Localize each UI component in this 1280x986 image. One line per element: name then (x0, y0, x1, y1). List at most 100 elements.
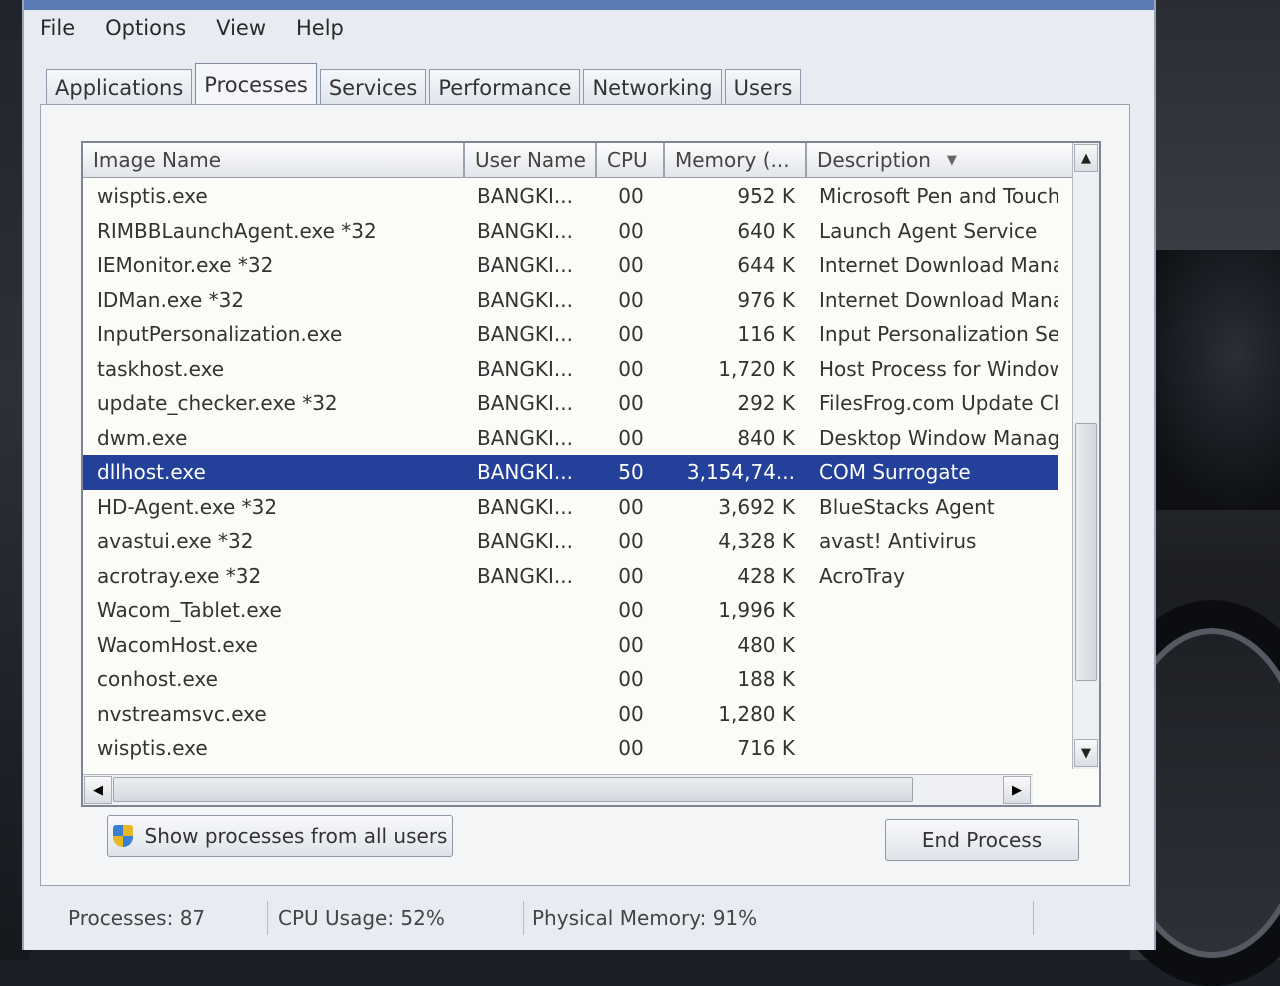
process-row[interactable]: HD-Agent.exe *32 BANGKI... 00 3,692 K BlueSt… (83, 490, 1058, 525)
process-user-cell: BANGKI... (477, 391, 573, 416)
process-description-cell: Internet Download Mana (819, 253, 1058, 278)
menu-help[interactable]: Help (294, 16, 346, 46)
status-bar: Processes: 87 CPU Usage: 52% Physical Me… (24, 896, 1134, 940)
process-row[interactable]: WacomHost.exe 00 480 K (83, 628, 1058, 663)
process-rows: wisptis.exe BANGKI... 00 952 K Microsoft Pen… (83, 179, 1058, 769)
task-manager-window: File Options View Help Applications Proc… (22, 0, 1156, 950)
process-description-cell: Internet Download Mana (819, 287, 1058, 312)
process-cpu-cell: 00 (618, 494, 644, 519)
process-name-cell: wisptis.exe (97, 736, 208, 761)
column-image-name-label: Image Name (93, 148, 221, 172)
process-memory-cell: 1,720 K (718, 356, 795, 381)
process-description-cell: Desktop Window Manage (819, 425, 1058, 450)
menu-file[interactable]: File (38, 16, 77, 46)
column-cpu-label: CPU (607, 148, 648, 172)
column-cpu[interactable]: CPU (597, 143, 665, 177)
process-row[interactable]: wisptis.exe BANGKI... 00 952 K Microsoft Pen… (83, 179, 1058, 214)
process-description-cell: FilesFrog.com Update Ch (819, 391, 1058, 416)
show-all-processes-label: Show processes from all users (144, 824, 448, 848)
process-memory-cell: 188 K (737, 667, 795, 692)
process-row[interactable]: RIMBBLaunchAgent.exe *32 BANGKI... 00 640 K… (83, 214, 1058, 249)
process-row[interactable]: IDMan.exe *32 BANGKI... 00 976 K Internet Do… (83, 283, 1058, 318)
tab-performance[interactable]: Performance (429, 69, 581, 106)
end-process-label: End Process (921, 828, 1043, 852)
process-list[interactable]: Image Name User Name CPU Memory (... Des… (81, 141, 1101, 807)
scroll-down-icon[interactable]: ▼ (1074, 739, 1098, 767)
process-description-cell: Microsoft Pen and Touch (819, 184, 1058, 209)
processes-panel: Image Name User Name CPU Memory (... Des… (40, 104, 1130, 886)
process-user-cell: BANGKI... (477, 287, 573, 312)
process-memory-cell: 640 K (737, 218, 795, 243)
process-row[interactable]: acrotray.exe *32 BANGKI... 00 428 K AcroTray (83, 559, 1058, 594)
process-name-cell: dllhost.exe (97, 460, 206, 485)
tab-processes[interactable]: Processes (195, 63, 317, 106)
process-memory-cell: 292 K (737, 391, 795, 416)
menu-options[interactable]: Options (103, 16, 188, 46)
process-row[interactable]: taskhost.exe BANGKI... 00 1,720 K Host Proce… (83, 352, 1058, 387)
process-cpu-cell: 00 (618, 667, 644, 692)
process-cpu-cell: 00 (618, 218, 644, 243)
process-row[interactable]: avastui.exe *32 BANGKI... 00 4,328 K avast! … (83, 524, 1058, 559)
menu-view[interactable]: View (214, 16, 268, 46)
process-cpu-cell: 00 (618, 322, 644, 347)
tab-networking[interactable]: Networking (583, 69, 722, 106)
process-cpu-cell: 00 (618, 425, 644, 450)
sort-down-icon: ▼ (946, 152, 957, 168)
process-description-cell: Launch Agent Service (819, 218, 1038, 243)
process-user-cell: BANGKI... (477, 322, 573, 347)
tab-strip: Applications Processes Services Performa… (46, 62, 804, 106)
process-cpu-cell: 50 (618, 460, 644, 485)
process-cpu-cell: 00 (618, 391, 644, 416)
process-name-cell: update_checker.exe *32 (97, 391, 338, 416)
show-all-processes-button[interactable]: Show processes from all users (107, 815, 453, 857)
horizontal-scrollbar[interactable]: ◀ ▶ (83, 774, 1033, 805)
process-row[interactable]: conhost.exe 00 188 K (83, 662, 1058, 697)
end-process-button[interactable]: End Process (885, 819, 1079, 861)
process-cpu-cell: 00 (618, 184, 644, 209)
process-user-cell: BANGKI... (477, 425, 573, 450)
process-name-cell: wisptis.exe (97, 184, 208, 209)
process-cpu-cell: 00 (618, 736, 644, 761)
process-row[interactable]: wisptis.exe 00 716 K (83, 731, 1058, 766)
process-row[interactable]: dllhost.exe BANGKI... 50 3,154,74... COM Sur… (83, 455, 1058, 490)
process-name-cell: Wacom_Tablet.exe (97, 598, 282, 623)
process-row[interactable]: IEMonitor.exe *32 BANGKI... 00 644 K Interne… (83, 248, 1058, 283)
process-user-cell: BANGKI... (477, 529, 573, 554)
process-row[interactable]: update_checker.exe *32 BANGKI... 00 292 K Fi… (83, 386, 1058, 421)
process-cpu-cell: 00 (618, 563, 644, 588)
process-row[interactable]: Wacom_Tablet.exe 00 1,996 K (83, 593, 1058, 628)
vertical-scrollbar[interactable]: ▲ ▼ (1072, 143, 1099, 769)
process-memory-cell: 116 K (737, 322, 795, 347)
uac-shield-icon (112, 825, 133, 847)
column-user-name[interactable]: User Name (465, 143, 597, 177)
process-user-cell: BANGKI... (477, 494, 573, 519)
process-name-cell: IDMan.exe *32 (97, 287, 245, 312)
process-name-cell: HD-Agent.exe *32 (97, 494, 278, 519)
process-memory-cell: 3,692 K (718, 494, 795, 519)
process-memory-cell: 976 K (737, 287, 795, 312)
scroll-left-icon[interactable]: ◀ (84, 776, 112, 804)
horizontal-scroll-thumb[interactable] (113, 777, 913, 802)
process-memory-cell: 1,280 K (718, 701, 795, 726)
scroll-up-icon[interactable]: ▲ (1074, 144, 1098, 172)
process-description-cell: AcroTray (819, 563, 905, 588)
tab-users[interactable]: Users (724, 69, 802, 106)
column-user-name-label: User Name (475, 148, 586, 172)
process-memory-cell: 1,996 K (718, 598, 795, 623)
process-memory-cell: 4,328 K (718, 529, 795, 554)
tab-applications[interactable]: Applications (46, 69, 193, 106)
process-name-cell: IEMonitor.exe *32 (97, 253, 274, 278)
vertical-scroll-thumb[interactable] (1075, 423, 1097, 681)
column-description-label: Description (817, 148, 931, 172)
process-row[interactable]: dwm.exe BANGKI... 00 840 K Desktop Window Ma… (83, 421, 1058, 456)
process-row[interactable]: nvstreamsvc.exe 00 1,280 K (83, 697, 1058, 732)
tab-services[interactable]: Services (319, 69, 427, 106)
process-name-cell: dwm.exe (97, 425, 188, 450)
title-bar[interactable] (24, 0, 1154, 10)
process-row[interactable]: InputPersonalization.exe BANGKI... 00 116 K… (83, 317, 1058, 352)
column-image-name[interactable]: Image Name (83, 143, 465, 177)
scroll-right-icon[interactable]: ▶ (1003, 776, 1031, 804)
process-user-cell: BANGKI... (477, 218, 573, 243)
column-memory[interactable]: Memory (... (665, 143, 807, 177)
column-description[interactable]: Description ▼ (807, 143, 1073, 177)
